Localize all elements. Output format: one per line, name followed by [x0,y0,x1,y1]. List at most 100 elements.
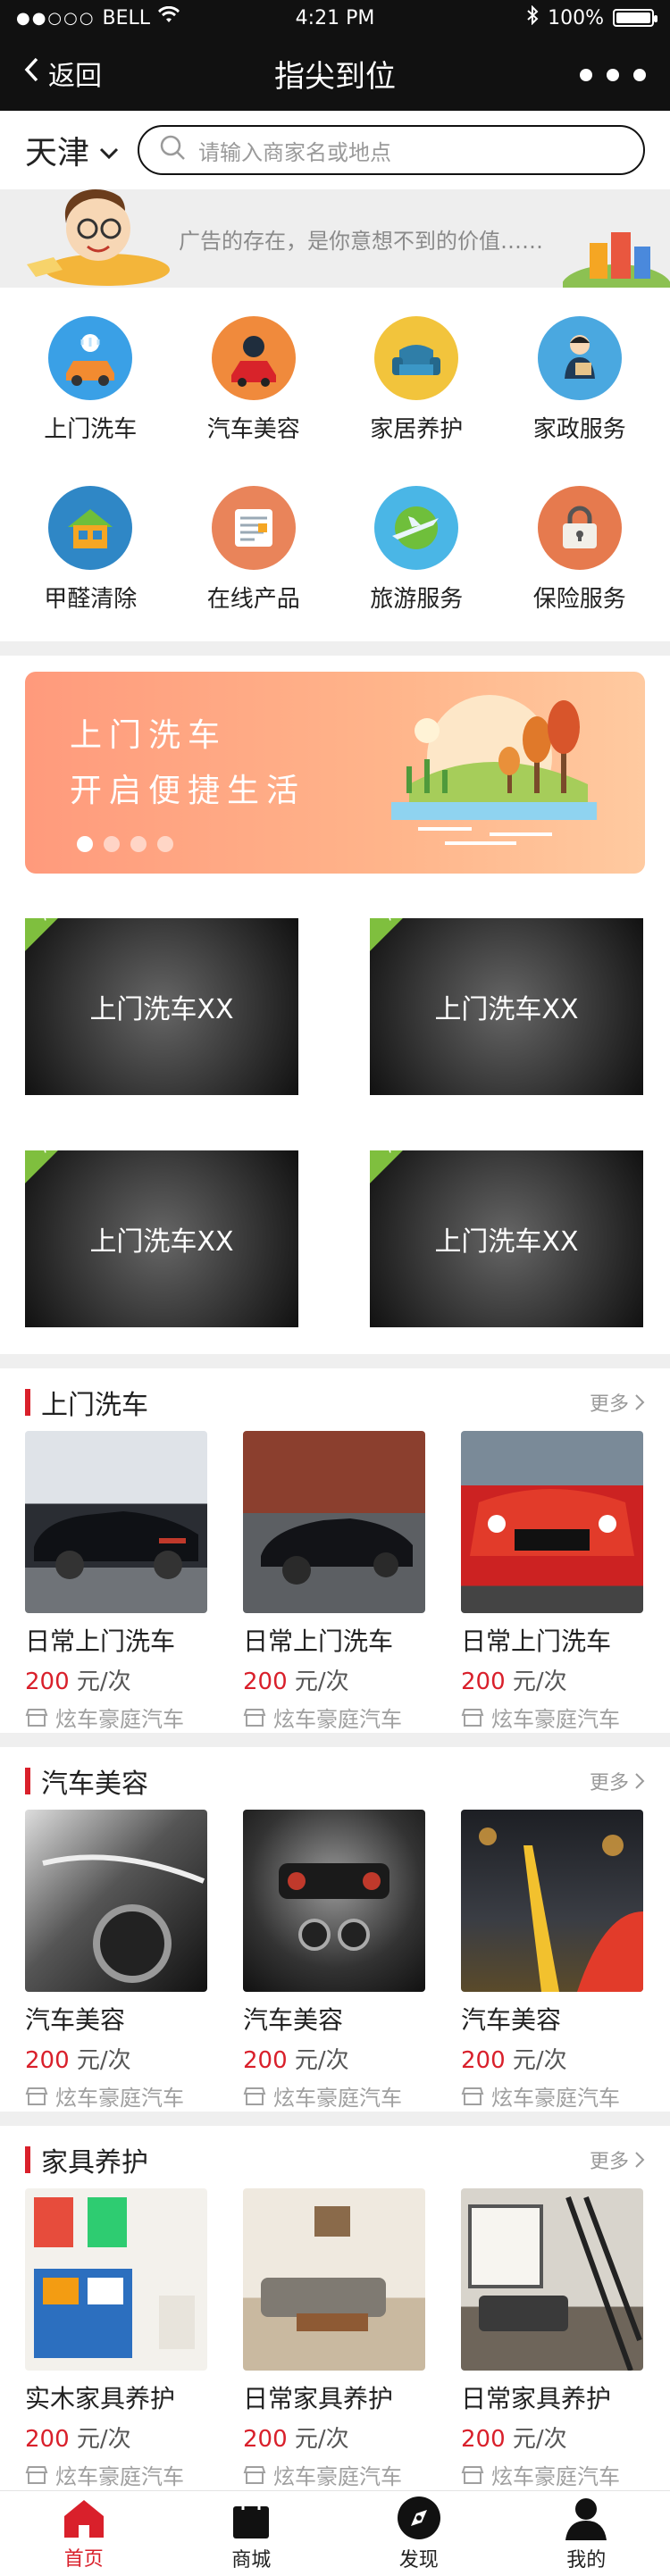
activity-ribbon: 活动二 [370,918,461,956]
product-card[interactable]: 汽车美容 200 元/次 炫车豪庭汽车 [243,1810,425,2112]
shop-info[interactable]: 炫车豪庭汽车 [25,2080,207,2112]
clock: 4:21 PM [295,6,375,29]
section-accent-bar [25,2146,30,2173]
section-title: 家具养护 [41,2147,148,2179]
product-name: 汽车美容 [243,2005,344,2035]
activity-ribbon: 活动一 [25,918,116,956]
promo-line-1: 上门洗车 [70,717,228,754]
product-image [243,1810,425,1992]
more-link[interactable]: 更多 [590,2145,645,2174]
plane-icon [374,485,459,570]
tab-label: 商城 [231,2548,272,2572]
price-value: 200 [243,2047,288,2074]
product-card[interactable]: 日常上门洗车 200 元/次 炫车豪庭汽车 [461,1431,643,1733]
price-value: 200 [25,2426,70,2453]
product-card[interactable]: 汽车美容 200 元/次 炫车豪庭汽车 [461,1810,643,2112]
shop-icon [243,1708,266,1727]
back-button[interactable]: 返回 [23,54,102,93]
tab-discover[interactable]: 发现 [335,2491,503,2576]
shop-info[interactable]: 炫车豪庭汽车 [461,2459,643,2490]
tab-label: 发现 [398,2548,439,2572]
shopping-bag-icon [233,2495,270,2538]
shop-info[interactable]: 炫车豪庭汽车 [25,2459,207,2490]
price-value: 200 [243,2426,288,2453]
user-icon [565,2497,607,2540]
category-furniture-care[interactable]: 家居养护 [335,295,498,464]
product-price: 200 元/次 [25,2042,207,2075]
city-label: 天津 [25,135,90,171]
shop-info[interactable]: 炫车豪庭汽车 [243,2080,425,2112]
shop-name: 炫车豪庭汽车 [55,2086,184,2111]
section-car-beauty: 汽车美容 更多 汽车美容 200 元/次 炫车豪庭汽车 汽车美容 200 元/次… [0,1752,670,2112]
more-label: 更多 [589,1772,629,1794]
shop-icon [461,2465,484,2484]
carousel-dot[interactable] [130,836,147,852]
category-car-wash[interactable]: 上门洗车 [9,295,172,464]
tab-label: 首页 [63,2547,104,2571]
tab-mall[interactable]: 商城 [168,2491,336,2576]
product-card[interactable]: 日常家具养护 200 元/次 炫车豪庭汽车 [243,2188,425,2490]
shop-info[interactable]: 炫车豪庭汽车 [243,1702,425,1733]
product-card[interactable]: 日常家具养护 200 元/次 炫车豪庭汽车 [461,2188,643,2490]
product-image [25,1810,207,1992]
product-image [461,1810,643,1992]
carousel-dot[interactable] [157,836,173,852]
city-illustration [561,225,670,311]
ad-banner[interactable]: 广告的存在，是你意想不到的价值…… [0,189,670,311]
product-image [461,1431,643,1613]
product-card[interactable]: 日常上门洗车 200 元/次 炫车豪庭汽车 [25,1431,207,1733]
more-link[interactable]: 更多 [590,1767,645,1795]
product-price: 200 元/次 [243,2421,425,2454]
category-housekeeping[interactable]: 家政服务 [498,295,662,464]
price-unit: 元/次 [294,1669,349,1695]
product-name: 日常上门洗车 [461,1627,612,1656]
status-bar: ●●○○○ BELL 4:21 PM 100% [0,0,670,36]
activity-card[interactable]: 活动四 上门洗车XX [370,1150,643,1327]
carousel-dot[interactable] [104,836,120,852]
category-formaldehyde[interactable]: 甲醛清除 [9,464,172,634]
shop-info[interactable]: 炫车豪庭汽车 [243,2459,425,2490]
more-options-button[interactable] [579,58,647,89]
chevron-right-icon [635,1394,645,1410]
shop-icon [243,2087,266,2105]
activity-ribbon: 活动四 [370,1150,461,1188]
compass-icon [397,2496,440,2539]
shop-name: 炫车豪庭汽车 [273,2464,402,2489]
house-icon [48,485,133,570]
product-card[interactable]: 汽车美容 200 元/次 炫车豪庭汽车 [25,1810,207,2112]
activity-card[interactable]: 活动三 上门洗车XX [25,1150,298,1327]
city-selector[interactable]: 天津 [25,127,120,173]
carousel-dot[interactable] [77,836,93,852]
activity-card[interactable]: 活动二 上门洗车XX [370,918,643,1095]
product-card[interactable]: 日常上门洗车 200 元/次 炫车豪庭汽车 [243,1431,425,1733]
activity-card[interactable]: 活动一 上门洗车XX [25,918,298,1095]
search-input[interactable]: 请输入商家名或地点 [138,125,645,175]
section-furniture-care: 家具养护 更多 实木家具养护 200 元/次 炫车豪庭汽车 日常家具养护 200… [0,2131,670,2490]
category-car-beauty[interactable]: 汽车美容 [172,295,336,464]
lock-icon [537,485,622,570]
more-link[interactable]: 更多 [590,1388,645,1417]
category-insurance[interactable]: 保险服务 [498,464,662,634]
promo-banner[interactable]: 上门洗车 开启便捷生活 [25,672,645,874]
battery-icon [613,9,657,27]
shop-name: 炫车豪庭汽车 [491,2464,620,2489]
shop-info[interactable]: 炫车豪庭汽车 [25,1702,207,1733]
category-travel[interactable]: 旅游服务 [335,464,498,634]
product-card[interactable]: 实木家具养护 200 元/次 炫车豪庭汽车 [25,2188,207,2490]
shop-info[interactable]: 炫车豪庭汽车 [461,1702,643,1733]
activity-title: 上门洗车XX [434,1226,579,1258]
price-value: 200 [25,1669,70,1695]
tab-me[interactable]: 我的 [503,2491,670,2576]
carousel-indicator[interactable] [77,836,173,852]
chevron-right-icon [635,1773,645,1789]
section-divider [0,1354,670,1368]
search-placeholder: 请输入商家名或地点 [198,139,392,165]
shop-info[interactable]: 炫车豪庭汽车 [461,2080,643,2112]
shop-name: 炫车豪庭汽车 [55,2464,184,2489]
category-online-products[interactable]: 在线产品 [172,464,336,634]
tab-home[interactable]: 首页 [0,2491,168,2576]
product-price: 200 元/次 [25,1663,207,1696]
product-price: 200 元/次 [461,1663,643,1696]
product-price: 200 元/次 [461,2042,643,2075]
category-label: 汽车美容 [206,415,300,443]
